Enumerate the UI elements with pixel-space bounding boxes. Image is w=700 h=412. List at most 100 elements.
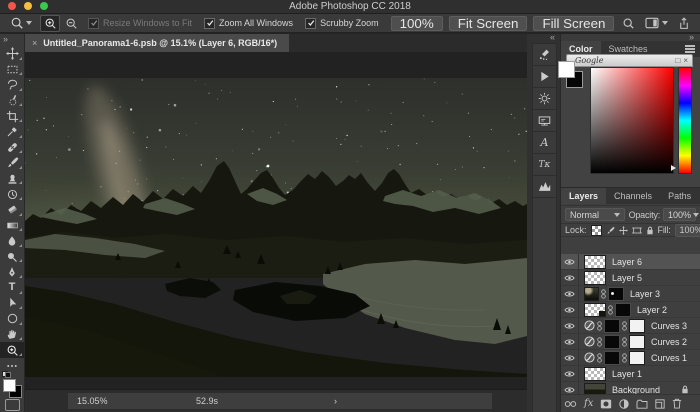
lock-all-button[interactable] [646, 226, 654, 235]
layer-name[interactable]: Curves 2 [651, 337, 687, 347]
layer-style-button[interactable]: fx [584, 399, 593, 409]
history-brush-tool[interactable] [0, 186, 24, 202]
zoom-out-button[interactable] [62, 16, 80, 31]
clone-source-panel-button[interactable] [533, 110, 556, 132]
blend-mode-dropdown[interactable]: Normal [565, 208, 625, 221]
hand-tool[interactable] [0, 327, 24, 343]
resize-windows-to-fit-checkbox[interactable]: Resize Windows to Fit [88, 18, 192, 29]
google-floating-window[interactable]: Google □ × [566, 54, 693, 67]
layer-thumbnail[interactable] [584, 271, 606, 285]
visibility-toggle[interactable] [561, 366, 579, 381]
layer-row-curves1[interactable]: Curves 1 [561, 350, 700, 366]
layer-row-layer5[interactable]: Layer 5 [561, 270, 700, 286]
layer-name[interactable]: Layer 1 [612, 369, 642, 379]
new-adjustment-layer-button[interactable] [619, 399, 629, 409]
clone-stamp-tool[interactable] [0, 171, 24, 187]
visibility-toggle[interactable] [561, 254, 579, 269]
lasso-tool[interactable] [0, 77, 24, 93]
brush-tool[interactable] [0, 155, 24, 171]
layer-name[interactable]: Curves 3 [651, 321, 687, 331]
zoom-all-windows-checkbox[interactable]: Zoom All Windows [204, 18, 293, 29]
panel-menu-icon[interactable] [685, 48, 695, 50]
layer-thumbnail[interactable] [584, 367, 606, 381]
eyedropper-tool[interactable] [0, 124, 24, 140]
fill-dropdown[interactable]: 100% [675, 224, 700, 237]
layer-name[interactable]: Layer 6 [612, 257, 642, 267]
layer-name[interactable]: Layer 3 [630, 289, 660, 299]
delete-layer-button[interactable] [672, 398, 682, 409]
visibility-toggle[interactable] [561, 318, 579, 333]
dodge-tool[interactable] [0, 249, 24, 265]
actions-panel-button[interactable] [533, 66, 556, 88]
screen-mode-button[interactable] [5, 399, 20, 411]
tab-paths[interactable]: Paths [660, 188, 699, 204]
layer-name[interactable]: Layer 2 [637, 305, 667, 315]
move-tool[interactable] [0, 46, 24, 62]
hue-slider-marker[interactable] [671, 165, 676, 171]
workspace-switcher[interactable] [645, 17, 668, 29]
tool-preset-picker[interactable] [10, 16, 32, 30]
close-icon[interactable]: × [683, 57, 688, 65]
histogram-panel-button[interactable] [533, 176, 556, 198]
add-layer-mask-button[interactable] [600, 399, 612, 409]
zoom-100-button[interactable]: 100% [391, 16, 443, 31]
foreground-color-swatch[interactable] [558, 61, 575, 78]
expand-dock-button[interactable]: « [550, 32, 555, 42]
path-selection-tool[interactable] [0, 296, 24, 312]
scrubby-zoom-checkbox[interactable]: Scrubby Zoom [305, 18, 379, 29]
search-button[interactable] [622, 17, 635, 30]
visibility-toggle[interactable] [561, 302, 579, 317]
rectangular-marquee-tool[interactable] [0, 62, 24, 78]
visibility-toggle[interactable] [561, 350, 579, 365]
new-group-button[interactable] [636, 399, 648, 409]
brush-settings-panel-button[interactable] [533, 44, 556, 66]
share-button[interactable] [678, 17, 690, 30]
eraser-tool[interactable] [0, 202, 24, 218]
layer-thumbnail[interactable] [584, 255, 606, 269]
close-tab-icon[interactable]: × [32, 38, 37, 48]
status-popup-chevron[interactable]: › [334, 396, 337, 406]
zoom-in-button[interactable] [40, 15, 60, 32]
new-layer-button[interactable] [655, 399, 665, 409]
default-colors-icon[interactable] [2, 371, 11, 378]
fill-screen-button[interactable]: Fill Screen [533, 16, 614, 31]
tab-layers[interactable]: Layers [561, 188, 606, 204]
link-layers-button[interactable] [564, 400, 577, 408]
canvas-pasteboard[interactable] [25, 52, 527, 390]
layer-mask-thumbnail[interactable] [608, 287, 624, 301]
tab-channels[interactable]: Channels [606, 188, 660, 204]
vector-mask-thumbnail[interactable] [629, 319, 645, 333]
layer-row-layer3[interactable]: Layer 3 [561, 286, 700, 302]
lock-artboard-button[interactable] [632, 226, 642, 235]
layer-mask-thumbnail[interactable] [604, 319, 620, 333]
opacity-dropdown[interactable]: 100% [663, 208, 696, 221]
quick-selection-tool[interactable] [0, 93, 24, 109]
lock-transparency-button[interactable] [591, 225, 602, 236]
pen-tool[interactable] [0, 264, 24, 280]
layer-mask-thumbnail[interactable] [604, 335, 620, 349]
hue-slider[interactable] [678, 67, 692, 174]
ellipse-shape-tool[interactable] [0, 311, 24, 327]
layer-name[interactable]: Background [612, 385, 660, 395]
panel-color-swatches[interactable] [558, 61, 584, 88]
layer-row-curves2[interactable]: Curves 2 [561, 334, 700, 350]
zoom-tool[interactable] [0, 342, 24, 358]
maximize-icon[interactable]: □ [675, 57, 680, 65]
adjustments-panel-button[interactable] [533, 88, 556, 110]
layer-mask-thumbnail[interactable] [615, 303, 631, 317]
foreground-background-swatches[interactable] [3, 379, 22, 398]
layer-thumbnail[interactable] [584, 303, 606, 317]
type-tool[interactable]: T [0, 280, 24, 296]
gradient-tool[interactable] [0, 218, 24, 234]
blur-tool[interactable] [0, 233, 24, 249]
lock-pixels-button[interactable] [606, 226, 615, 235]
visibility-toggle[interactable] [561, 286, 579, 301]
character-panel-button[interactable]: A [533, 132, 556, 154]
layer-name[interactable]: Curves 1 [651, 353, 687, 363]
visibility-toggle[interactable] [561, 334, 579, 349]
zoom-level-field[interactable]: 15.05% [77, 396, 108, 406]
layer-mask-thumbnail[interactable] [604, 351, 620, 365]
spot-healing-brush-tool[interactable] [0, 140, 24, 156]
layer-thumbnail[interactable] [584, 287, 599, 301]
foreground-color-swatch[interactable] [3, 379, 16, 392]
